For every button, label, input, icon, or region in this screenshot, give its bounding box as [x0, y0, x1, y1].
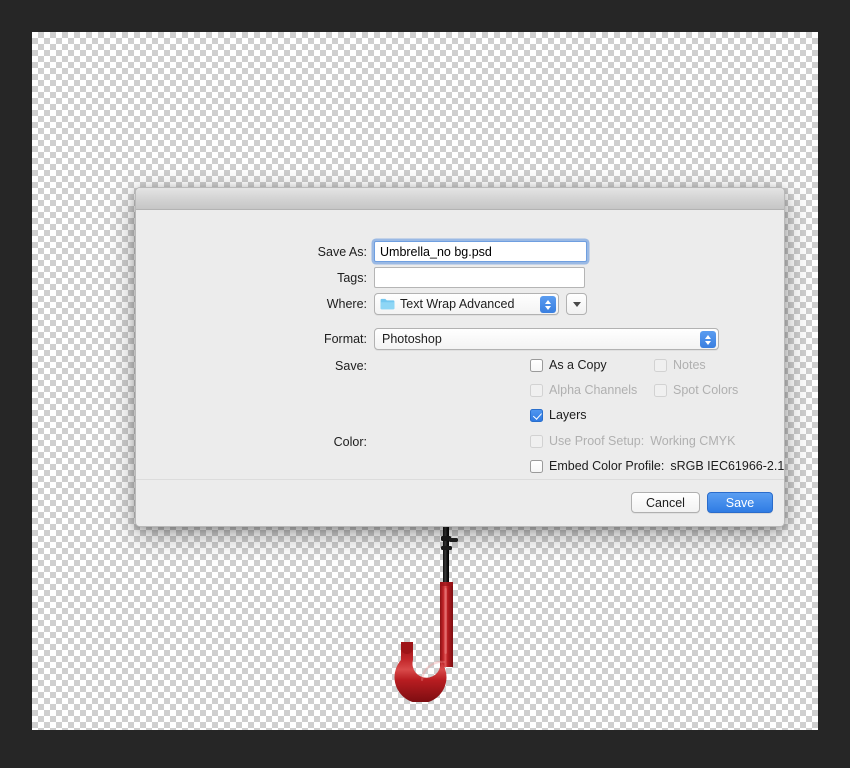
- checkbox-box: [530, 409, 543, 422]
- checkbox-label: Use Proof Setup:: [549, 434, 644, 448]
- checkbox-alpha-channels: Alpha Channels: [530, 383, 637, 397]
- checkbox-label: Alpha Channels: [549, 383, 637, 397]
- up-down-stepper-icon[interactable]: [540, 296, 556, 313]
- cancel-button[interactable]: Cancel: [631, 492, 700, 513]
- format-row: Format: Photoshop: [136, 328, 784, 350]
- save-options-label: Save:: [136, 359, 374, 373]
- checkbox-box: [530, 460, 543, 473]
- checkbox-use-proof-setup: Use Proof Setup: Working CMYK: [530, 434, 735, 448]
- proof-setup-value: Working CMYK: [650, 434, 735, 448]
- tags-input[interactable]: [374, 267, 585, 288]
- checkbox-label: Notes: [673, 358, 706, 372]
- format-label: Format:: [136, 332, 374, 346]
- checkbox-label: Embed Color Profile:: [549, 459, 664, 473]
- checkbox-label: As a Copy: [549, 358, 607, 372]
- checkbox-label: Layers: [549, 408, 587, 422]
- checkbox-layers[interactable]: Layers: [530, 408, 587, 422]
- folder-icon: [380, 298, 395, 310]
- tags-label: Tags:: [136, 271, 374, 285]
- checkbox-as-a-copy[interactable]: As a Copy: [530, 358, 607, 372]
- dialog-footer: Cancel Save: [136, 479, 784, 526]
- checkbox-box: [530, 359, 543, 372]
- chevron-down-icon: [573, 302, 581, 307]
- color-profile-value: sRGB IEC61966-2.1: [670, 459, 784, 473]
- dialog-titlebar[interactable]: [136, 188, 784, 210]
- save-as-row: Save As: Umbrella_no bg.psd: [136, 241, 784, 262]
- save-button-label: Save: [726, 496, 755, 510]
- color-options-label: Color:: [136, 435, 374, 449]
- save-as-dialog[interactable]: Save As: Umbrella_no bg.psd Tags: Where:: [135, 187, 785, 527]
- cancel-button-label: Cancel: [646, 496, 685, 510]
- checkbox-box: [654, 384, 667, 397]
- up-down-stepper-icon[interactable]: [700, 331, 716, 348]
- tags-row: Tags:: [136, 267, 784, 288]
- where-select-value: Text Wrap Advanced: [400, 297, 514, 311]
- umbrella-handle-artwork: [392, 502, 502, 702]
- checkbox-box: [654, 359, 667, 372]
- checkbox-box: [530, 435, 543, 448]
- save-as-input-value: Umbrella_no bg.psd: [380, 245, 492, 259]
- photoshop-canvas[interactable]: Save As: Umbrella_no bg.psd Tags: Where:: [32, 32, 818, 730]
- save-as-input[interactable]: Umbrella_no bg.psd: [374, 241, 587, 262]
- format-select[interactable]: Photoshop: [374, 328, 719, 350]
- checkbox-embed-color-profile[interactable]: Embed Color Profile: sRGB IEC61966-2.1: [530, 459, 784, 473]
- where-label: Where:: [136, 297, 374, 311]
- where-expand-button[interactable]: [566, 293, 587, 315]
- where-select[interactable]: Text Wrap Advanced: [374, 293, 559, 315]
- save-button[interactable]: Save: [707, 492, 773, 513]
- checkbox-label: Spot Colors: [673, 383, 738, 397]
- dialog-body: Save As: Umbrella_no bg.psd Tags: Where:: [136, 210, 784, 480]
- checkbox-spot-colors: Spot Colors: [654, 383, 738, 397]
- checkbox-box: [530, 384, 543, 397]
- save-as-label: Save As:: [136, 245, 374, 259]
- checkbox-notes: Notes: [654, 358, 706, 372]
- where-row: Where: Text Wrap Advanced: [136, 293, 784, 315]
- format-select-value: Photoshop: [382, 332, 442, 346]
